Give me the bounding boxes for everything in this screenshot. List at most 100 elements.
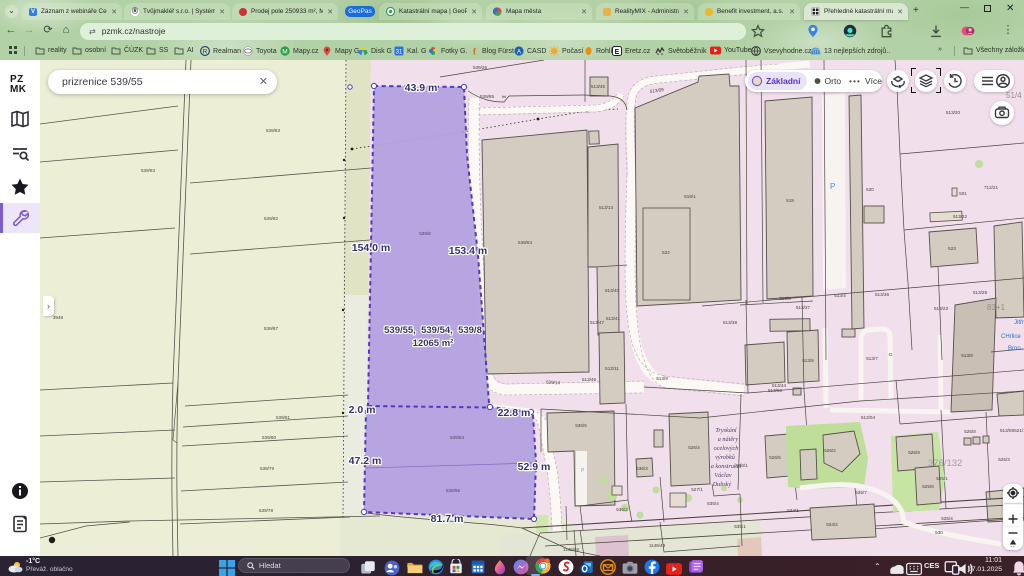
svg-text:539/80: 539/80	[262, 435, 276, 440]
svg-text:Dubský: Dubský	[712, 481, 732, 488]
svg-text:539/8: 539/8	[419, 231, 431, 236]
svg-text:G.: G.	[889, 352, 894, 357]
svg-text:536/3: 536/3	[636, 466, 648, 471]
svg-text:525/9: 525/9	[908, 450, 920, 455]
svg-text:536/5: 536/5	[575, 423, 587, 428]
svg-text:539/54: 539/54	[450, 435, 464, 440]
svg-text:Václav: Václav	[714, 472, 731, 479]
svg-text:Jitřní: Jitřní	[1014, 320, 1024, 326]
svg-text:526/4: 526/4	[688, 445, 700, 450]
svg-text:535/7: 535/7	[855, 490, 867, 495]
svg-text:522: 522	[662, 250, 670, 255]
svg-text:513/4: 513/4	[834, 293, 846, 298]
svg-text:513/08: 513/08	[1000, 428, 1014, 433]
svg-text:a konstrukcí: a konstrukcí	[711, 463, 743, 470]
svg-text:513/7: 513/7	[866, 356, 878, 361]
svg-text:539/55, 539/54, 539/8: 539/55, 539/54, 539/8	[384, 325, 482, 336]
svg-text:712/21: 712/21	[984, 185, 998, 190]
svg-text:539/85: 539/85	[480, 94, 494, 99]
svg-text:3948: 3948	[53, 315, 64, 320]
svg-text:539/81: 539/81	[276, 415, 290, 420]
svg-text:519: 519	[786, 198, 794, 203]
svg-text:525/1: 525/1	[936, 476, 948, 481]
svg-text:539/78: 539/78	[259, 508, 273, 513]
svg-text:520: 520	[866, 187, 874, 192]
svg-text:539/14: 539/14	[546, 380, 561, 386]
svg-text:513/0: 513/0	[779, 296, 791, 301]
svg-text:12065 m²: 12065 m²	[413, 338, 454, 349]
svg-text:513/37: 513/37	[796, 305, 810, 310]
svg-text:513/40: 513/40	[605, 288, 619, 293]
svg-text:M: M	[282, 48, 287, 55]
svg-text:513/46: 513/46	[582, 377, 596, 382]
svg-text:525/3: 525/3	[998, 457, 1010, 462]
svg-text:501: 501	[959, 191, 967, 196]
svg-text:154.0 m: 154.0 m	[352, 242, 391, 254]
svg-text:527/1: 527/1	[691, 487, 703, 492]
svg-text:539/26: 539/26	[473, 65, 487, 70]
svg-text:535/1: 535/1	[734, 524, 746, 529]
svg-text:513/9: 513/9	[961, 353, 973, 358]
svg-text:513/04: 513/04	[861, 415, 875, 420]
svg-text:521/1: 521/1	[1014, 428, 1024, 433]
svg-text:513/22: 513/22	[953, 214, 967, 219]
svg-text:513/45: 513/45	[591, 84, 605, 89]
svg-text:22.8 m: 22.8 m	[498, 407, 531, 419]
svg-text:ocelových: ocelových	[714, 445, 739, 452]
svg-text:534/1: 534/1	[787, 508, 799, 513]
svg-text:539/55: 539/55	[446, 488, 460, 493]
svg-text:513/41: 513/41	[606, 316, 620, 321]
svg-text:81.7 m: 81.7 m	[431, 513, 464, 525]
svg-text:1149/50: 1149/50	[563, 547, 580, 552]
svg-text:536/2: 536/2	[616, 507, 628, 512]
svg-text:513/38: 513/38	[723, 320, 737, 325]
svg-text:535/4: 535/4	[941, 516, 953, 521]
svg-text:513/50: 513/50	[768, 388, 782, 393]
svg-text:530: 530	[935, 530, 943, 535]
svg-text:513/9: 513/9	[656, 376, 668, 381]
svg-text:Brno: Brno	[1008, 346, 1021, 352]
svg-text:513/20: 513/20	[946, 110, 960, 115]
svg-text:513/36: 513/36	[875, 292, 889, 297]
svg-text:513/47: 513/47	[590, 320, 604, 325]
svg-text:525/8: 525/8	[964, 429, 976, 434]
svg-text:31: 31	[396, 50, 403, 56]
svg-text:539/83: 539/83	[266, 128, 280, 133]
svg-text:539/93: 539/93	[141, 168, 155, 173]
svg-text:526/5: 526/5	[769, 455, 781, 460]
svg-text:539/79: 539/79	[260, 466, 274, 471]
svg-text:534/2: 534/2	[826, 522, 838, 527]
svg-text:539/87: 539/87	[264, 326, 278, 331]
svg-text:A: A	[517, 49, 521, 55]
svg-text:a nátěry: a nátěry	[718, 436, 739, 443]
svg-text:523: 523	[948, 246, 956, 251]
svg-text:513/13: 513/13	[599, 205, 613, 210]
svg-text:83+1: 83+1	[987, 303, 1006, 312]
svg-text:⋈: ⋈	[502, 94, 506, 99]
svg-text:535/4: 535/4	[707, 501, 719, 506]
svg-text:52.9 m: 52.9 m	[518, 461, 551, 473]
svg-text:539/82: 539/82	[264, 216, 278, 221]
svg-text:539/84: 539/84	[518, 240, 532, 245]
svg-text:E: E	[615, 49, 620, 56]
svg-text:513/29: 513/29	[973, 290, 987, 295]
svg-text:R: R	[203, 48, 208, 55]
svg-text:f: f	[473, 47, 477, 57]
svg-text:2.0 m: 2.0 m	[349, 404, 376, 416]
svg-text:525/6: 525/6	[922, 484, 934, 489]
svg-text:P: P	[830, 182, 835, 191]
svg-text:51/4: 51/4	[1006, 91, 1022, 100]
svg-text:519/1: 519/1	[684, 194, 696, 199]
svg-text:513/23: 513/23	[934, 306, 948, 311]
svg-text:43.9 m: 43.9 m	[405, 82, 438, 94]
svg-text:Tryskání: Tryskání	[715, 427, 738, 434]
svg-text:513/8: 513/8	[802, 358, 814, 363]
svg-text:1149/49: 1149/49	[649, 543, 666, 548]
svg-text:513/11: 513/11	[605, 366, 619, 371]
svg-text:CHrlice: CHrlice	[1001, 334, 1021, 340]
svg-text:153.4 m: 153.4 m	[449, 245, 488, 257]
svg-text:47.2 m: 47.2 m	[349, 455, 382, 467]
svg-text:376/132: 376/132	[928, 458, 962, 469]
svg-text:526/2: 526/2	[824, 448, 836, 453]
svg-text:výrobků: výrobků	[715, 454, 735, 461]
